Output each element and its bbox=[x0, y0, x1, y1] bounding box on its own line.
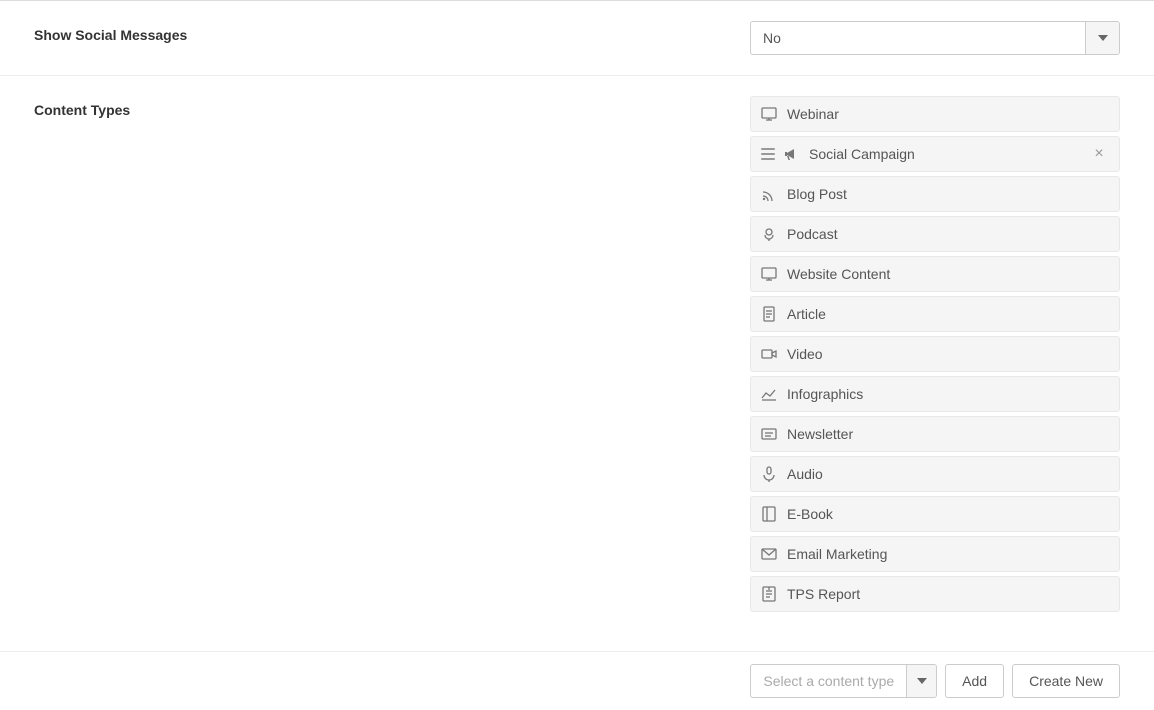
add-content-type-placeholder: Select a content type bbox=[751, 664, 906, 698]
show-social-messages-arrow[interactable] bbox=[1085, 21, 1119, 55]
item-label-audio: Audio bbox=[787, 466, 1109, 482]
content-type-item-tps-report: TPS Report bbox=[750, 576, 1120, 612]
item-label-infographics: Infographics bbox=[787, 386, 1109, 402]
icon-tps bbox=[761, 586, 779, 602]
icon-podcast bbox=[761, 226, 779, 242]
show-social-messages-content: No bbox=[254, 21, 1120, 55]
item-label-tps-report: TPS Report bbox=[787, 586, 1109, 602]
create-new-button[interactable]: Create New bbox=[1012, 664, 1120, 698]
add-button[interactable]: Add bbox=[945, 664, 1004, 698]
content-type-item-website-content: Website Content bbox=[750, 256, 1120, 292]
icon-video bbox=[761, 346, 779, 362]
icon-rss bbox=[761, 186, 779, 202]
page-container: Show Social Messages No Content Types We… bbox=[0, 0, 1154, 710]
icon-email bbox=[761, 546, 779, 562]
content-types-section: Content Types Webinar Social Campaign× Bl… bbox=[0, 76, 1154, 632]
content-type-item-blog-post: Blog Post bbox=[750, 176, 1120, 212]
icon-book bbox=[761, 506, 779, 522]
show-social-messages-value: No bbox=[751, 21, 1085, 55]
icon-newsletter bbox=[761, 426, 779, 442]
chevron-down-icon bbox=[1098, 33, 1108, 43]
content-type-item-audio: Audio bbox=[750, 456, 1120, 492]
content-type-item-newsletter: Newsletter bbox=[750, 416, 1120, 452]
content-types-list: Webinar Social Campaign× Blog Post Podcast… bbox=[254, 96, 1120, 612]
content-type-item-webinar: Webinar bbox=[750, 96, 1120, 132]
add-content-type-arrow[interactable] bbox=[906, 664, 936, 698]
icon-webinar bbox=[761, 106, 779, 122]
item-label-email-marketing: Email Marketing bbox=[787, 546, 1109, 562]
content-type-item-email-marketing: Email Marketing bbox=[750, 536, 1120, 572]
item-label-social-campaign: Social Campaign bbox=[809, 146, 1089, 162]
content-type-item-article: Article bbox=[750, 296, 1120, 332]
chevron-down-icon bbox=[917, 678, 927, 684]
item-label-video: Video bbox=[787, 346, 1109, 362]
icon-monitor bbox=[761, 266, 779, 282]
content-type-item-video: Video bbox=[750, 336, 1120, 372]
content-type-item-infographics: Infographics bbox=[750, 376, 1120, 412]
content-type-item-ebook: E-Book bbox=[750, 496, 1120, 532]
item-label-webinar: Webinar bbox=[787, 106, 1109, 122]
item-label-podcast: Podcast bbox=[787, 226, 1109, 242]
show-social-messages-select[interactable]: No bbox=[750, 21, 1120, 55]
item-label-newsletter: Newsletter bbox=[787, 426, 1109, 442]
add-content-type-select[interactable]: Select a content type bbox=[750, 664, 937, 698]
remove-button-social-campaign[interactable]: × bbox=[1089, 144, 1109, 164]
item-label-website-content: Website Content bbox=[787, 266, 1109, 282]
icon-megaphone bbox=[783, 146, 801, 162]
item-label-ebook: E-Book bbox=[787, 506, 1109, 522]
bottom-bar: Select a content type Add Create New bbox=[0, 651, 1154, 710]
item-label-article: Article bbox=[787, 306, 1109, 322]
content-type-item-social-campaign: Social Campaign× bbox=[750, 136, 1120, 172]
show-social-messages-row: Show Social Messages No bbox=[0, 1, 1154, 76]
content-types-label: Content Types bbox=[34, 96, 254, 118]
icon-chart bbox=[761, 386, 779, 402]
icon-mic bbox=[761, 466, 779, 482]
drag-handle-social-campaign[interactable] bbox=[761, 148, 775, 160]
show-social-messages-label: Show Social Messages bbox=[34, 21, 254, 43]
icon-article bbox=[761, 306, 779, 322]
item-label-blog-post: Blog Post bbox=[787, 186, 1109, 202]
content-type-item-podcast: Podcast bbox=[750, 216, 1120, 252]
